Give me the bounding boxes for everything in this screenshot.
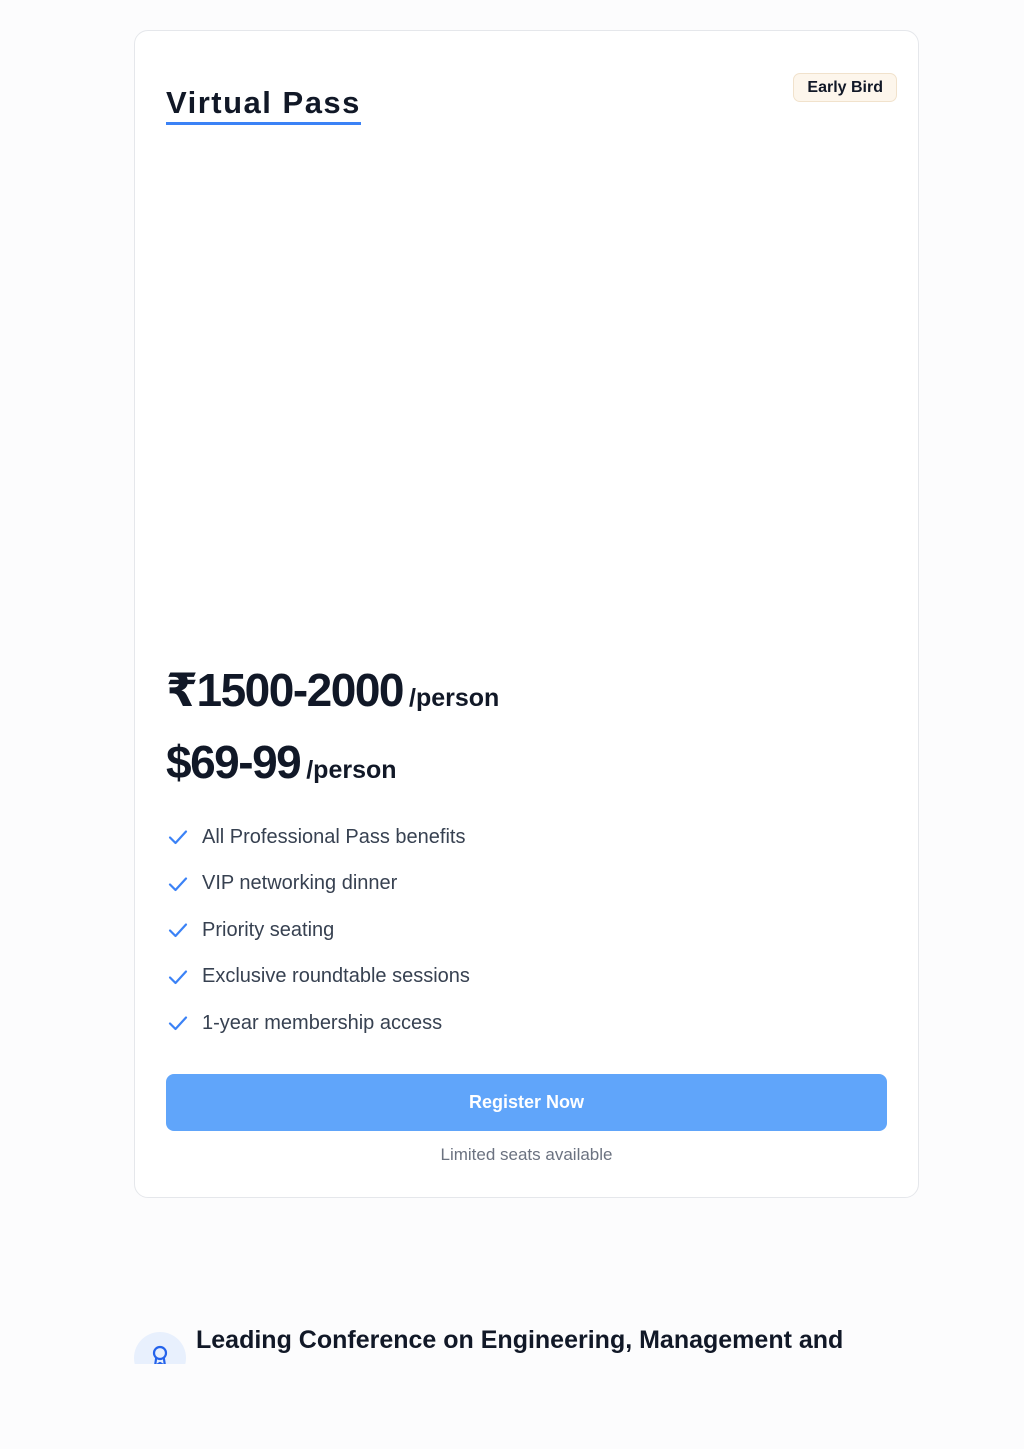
limited-seats-note: Limited seats available <box>440 1145 613 1164</box>
check-icon <box>168 1016 188 1031</box>
virtual-pass-card: Early Bird Virtual Pass ₹1500-2000 /pers… <box>134 30 919 1198</box>
award-icon <box>152 1345 168 1364</box>
conference-heading: Leading Conference on Engineering, Manag… <box>196 1326 844 1354</box>
early-bird-badge: Early Bird <box>793 73 897 102</box>
feature-item: Priority seating <box>166 907 470 954</box>
register-now-button[interactable]: Register Now <box>166 1074 887 1131</box>
feature-item: 1-year membership access <box>166 1000 470 1047</box>
feature-label: All Professional Pass benefits <box>202 825 466 848</box>
price-usd-amount: $69-99 <box>166 736 302 788</box>
award-badge <box>134 1332 186 1364</box>
feature-label: VIP networking dinner <box>202 872 398 895</box>
feature-label: Exclusive roundtable sessions <box>202 965 470 988</box>
feature-label: Priority seating <box>202 918 335 941</box>
page: Early Bird Virtual Pass ₹1500-2000 /pers… <box>0 0 1024 1449</box>
price-inr-amount: ₹1500-2000 <box>166 664 405 716</box>
price-inr-unit: /person <box>409 684 500 712</box>
check-icon <box>168 877 188 891</box>
check-icon <box>168 970 188 984</box>
price-usd: $69-99 /person <box>166 734 397 790</box>
feature-label: 1-year membership access <box>202 1011 443 1034</box>
feature-item: VIP networking dinner <box>166 861 470 908</box>
feature-item: All Professional Pass benefits <box>166 814 470 861</box>
price-inr: ₹1500-2000 /person <box>166 662 499 718</box>
feature-list: All Professional Pass benefits VIP netwo… <box>166 814 470 1047</box>
check-icon <box>168 830 188 845</box>
price-usd-unit: /person <box>306 756 397 784</box>
feature-item: Exclusive roundtable sessions <box>166 954 470 1001</box>
pass-title: Virtual Pass <box>166 85 361 125</box>
footer-section: Leading Conference on Engineering, Manag… <box>134 1320 914 1364</box>
pass-title-wrap: Virtual Pass <box>166 85 361 125</box>
check-icon <box>168 923 188 938</box>
